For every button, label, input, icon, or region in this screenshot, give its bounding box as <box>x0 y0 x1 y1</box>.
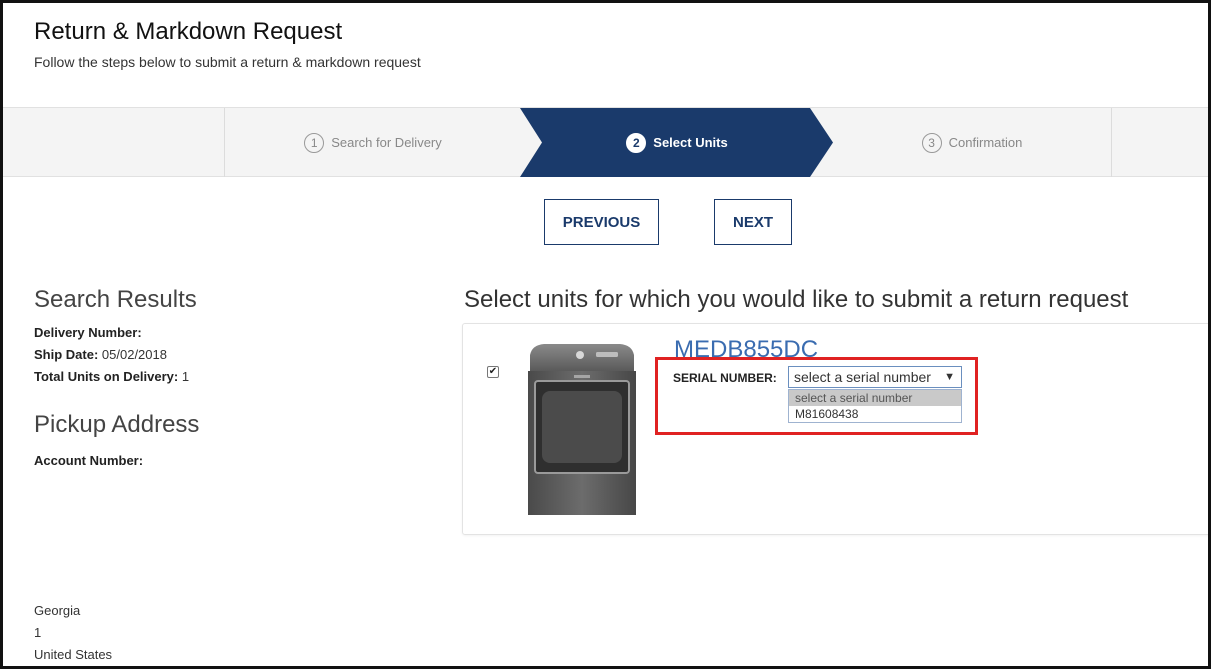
total-units-value: 1 <box>178 369 190 384</box>
next-button[interactable]: NEXT <box>714 199 792 245</box>
ship-date-line: Ship Date: 05/02/2018 <box>34 347 167 362</box>
dryer-appliance-image <box>528 344 636 515</box>
delivery-number-label: Delivery Number: <box>34 325 142 340</box>
serial-select-value: select a serial number <box>794 369 931 385</box>
step-confirmation[interactable]: 3 Confirmation <box>833 108 1111 177</box>
step-search-for-delivery[interactable]: 1 Search for Delivery <box>225 108 521 177</box>
serial-number-options: select a serial number M81608438 <box>788 389 962 423</box>
select-units-instructions: Select units for which you would like to… <box>464 286 1129 313</box>
delivery-number-line: Delivery Number: <box>34 325 142 340</box>
pickup-address-heading: Pickup Address <box>34 411 200 438</box>
step-label: Confirmation <box>948 135 1023 150</box>
page-subtitle: Follow the steps below to submit a retur… <box>34 54 421 70</box>
serial-option[interactable]: select a serial number <box>789 390 961 406</box>
ship-date-value: 05/02/2018 <box>98 347 167 362</box>
checkmark-icon: ✔ <box>488 366 498 377</box>
step-label: Search for Delivery <box>331 135 442 150</box>
step-number-2: 2 <box>626 132 647 153</box>
serial-number-select[interactable]: select a serial number ▼ <box>788 366 962 388</box>
step-number-1: 1 <box>304 132 325 153</box>
progress-stepper: 1 Search for Delivery 2 Select Units 3 C… <box>3 107 1208 177</box>
step-label: Select Units <box>653 135 728 150</box>
serial-number-label: SERIAL NUMBER: <box>673 371 777 385</box>
address-line: United States <box>34 647 113 662</box>
page-frame: Return & Markdown Request Follow the ste… <box>0 0 1211 669</box>
account-number-label: Account Number: <box>34 453 144 468</box>
unit-card: ✔ MEDB855DC SERIAL NUMBER: select a seri… <box>462 323 1208 535</box>
address-line: 1 <box>34 625 42 640</box>
total-units-label: Total Units on Delivery: <box>34 369 179 384</box>
previous-button[interactable]: PREVIOUS <box>544 199 659 245</box>
total-units-line: Total Units on Delivery: 1 <box>34 369 189 384</box>
serial-option[interactable]: M81608438 <box>789 406 961 422</box>
step-divider <box>1111 108 1112 177</box>
unit-select-checkbox[interactable]: ✔ <box>487 366 499 378</box>
step-number-3: 3 <box>921 132 942 153</box>
address-line: Georgia <box>34 603 81 618</box>
search-results-heading: Search Results <box>34 286 197 313</box>
page-title: Return & Markdown Request <box>34 18 343 45</box>
step-select-units[interactable]: 2 Select Units <box>543 108 811 177</box>
dropdown-caret-icon: ▼ <box>944 371 955 383</box>
account-number-line: Account Number: <box>34 453 143 468</box>
ship-date-label: Ship Date: <box>34 347 99 362</box>
